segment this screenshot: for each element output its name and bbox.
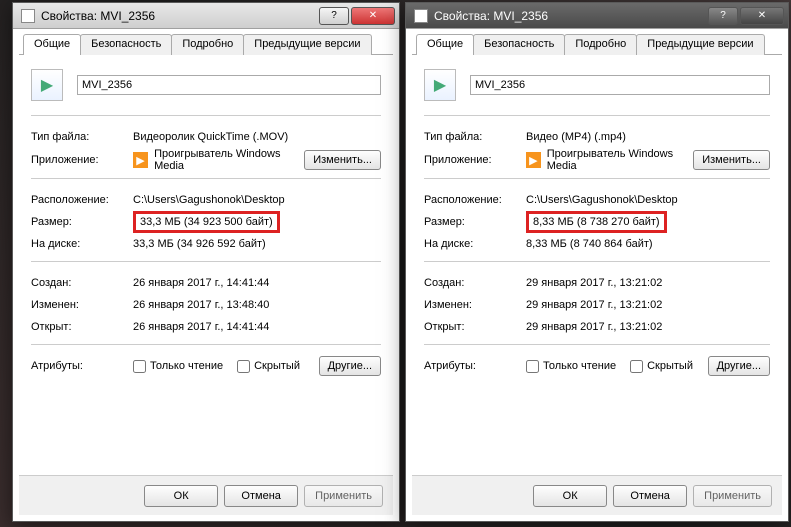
modified-label: Изменен: bbox=[31, 299, 133, 311]
modified-value: 26 января 2017 г., 13:48:40 bbox=[133, 299, 381, 311]
window-title: Свойства: MVI_2356 bbox=[434, 9, 706, 23]
created-label: Создан: bbox=[424, 277, 526, 289]
tab-details[interactable]: Подробно bbox=[171, 34, 244, 55]
separator bbox=[31, 115, 381, 116]
location-value: C:\Users\Gagushonok\Desktop bbox=[526, 194, 770, 206]
client-area: Общие Безопасность Подробно Предыдущие в… bbox=[19, 33, 393, 515]
file-type-icon: ▶ bbox=[31, 69, 63, 101]
opened-label: Открыт: bbox=[424, 321, 526, 333]
modified-value: 29 января 2017 г., 13:21:02 bbox=[526, 299, 770, 311]
filetype-value: Видеоролик QuickTime (.MOV) bbox=[133, 131, 381, 143]
client-area: Общие Безопасность Подробно Предыдущие в… bbox=[412, 33, 782, 515]
app-value: Проигрыватель Windows Media bbox=[547, 148, 694, 172]
tab-general[interactable]: Общие bbox=[416, 34, 474, 55]
titlebar[interactable]: Свойства: MVI_2356 ? ✕ bbox=[13, 3, 399, 29]
filetype-value: Видео (MP4) (.mp4) bbox=[526, 131, 770, 143]
other-attributes-button[interactable]: Другие... bbox=[708, 356, 770, 376]
tab-security[interactable]: Безопасность bbox=[473, 34, 565, 55]
apply-button[interactable]: Применить bbox=[304, 485, 383, 507]
separator bbox=[424, 261, 770, 262]
size-value-highlighted: 33,3 МБ (34 923 500 байт) bbox=[133, 211, 280, 233]
separator bbox=[424, 344, 770, 345]
window-controls: ? ✕ bbox=[706, 7, 784, 25]
attributes-label: Атрибуты: bbox=[424, 360, 526, 372]
attributes-label: Атрибуты: bbox=[31, 360, 133, 372]
separator bbox=[31, 344, 381, 345]
tab-previous-versions[interactable]: Предыдущие версии bbox=[636, 34, 764, 55]
tab-details[interactable]: Подробно bbox=[564, 34, 637, 55]
filetype-label: Тип файла: bbox=[31, 131, 133, 143]
ok-button[interactable]: ОК bbox=[144, 485, 218, 507]
file-type-icon: ▶ bbox=[424, 69, 456, 101]
app-value: Проигрыватель Windows Media bbox=[154, 148, 304, 172]
tab-content-general: ▶ Тип файла:Видеоролик QuickTime (.MOV) … bbox=[19, 55, 393, 387]
size-value-highlighted: 8,33 МБ (8 738 270 байт) bbox=[526, 211, 667, 233]
cancel-button[interactable]: Отмена bbox=[613, 485, 687, 507]
help-button[interactable]: ? bbox=[319, 7, 349, 25]
separator bbox=[424, 115, 770, 116]
change-app-button[interactable]: Изменить... bbox=[693, 150, 770, 170]
location-value: C:\Users\Gagushonok\Desktop bbox=[133, 194, 381, 206]
tab-general[interactable]: Общие bbox=[23, 34, 81, 55]
separator bbox=[424, 178, 770, 179]
location-label: Расположение: bbox=[31, 194, 133, 206]
window-icon bbox=[21, 9, 35, 23]
filename-input[interactable] bbox=[77, 75, 381, 95]
ondisk-label: На диске: bbox=[31, 238, 133, 250]
tabstrip: Общие Безопасность Подробно Предыдущие в… bbox=[412, 33, 782, 55]
readonly-checkbox[interactable]: Только чтение bbox=[133, 360, 223, 373]
tabstrip: Общие Безопасность Подробно Предыдущие в… bbox=[19, 33, 393, 55]
tab-security[interactable]: Безопасность bbox=[80, 34, 172, 55]
close-button[interactable]: ✕ bbox=[740, 7, 784, 25]
opened-value: 29 января 2017 г., 13:21:02 bbox=[526, 321, 770, 333]
separator bbox=[31, 178, 381, 179]
size-label: Размер: bbox=[31, 216, 133, 228]
window-icon bbox=[414, 9, 428, 23]
ondisk-value: 8,33 МБ (8 740 864 байт) bbox=[526, 238, 770, 250]
close-button[interactable]: ✕ bbox=[351, 7, 395, 25]
cancel-button[interactable]: Отмена bbox=[224, 485, 298, 507]
ondisk-label: На диске: bbox=[424, 238, 526, 250]
tab-content-general: ▶ Тип файла:Видео (MP4) (.mp4) Приложени… bbox=[412, 55, 782, 387]
filetype-label: Тип файла: bbox=[424, 131, 526, 143]
location-label: Расположение: bbox=[424, 194, 526, 206]
wmp-icon: ▶ bbox=[133, 152, 148, 168]
wmp-icon: ▶ bbox=[526, 152, 541, 168]
apply-button[interactable]: Применить bbox=[693, 485, 772, 507]
filename-input[interactable] bbox=[470, 75, 770, 95]
created-value: 29 января 2017 г., 13:21:02 bbox=[526, 277, 770, 289]
size-label: Размер: bbox=[424, 216, 526, 228]
ok-button[interactable]: ОК bbox=[533, 485, 607, 507]
modified-label: Изменен: bbox=[424, 299, 526, 311]
opened-label: Открыт: bbox=[31, 321, 133, 333]
titlebar[interactable]: Свойства: MVI_2356 ? ✕ bbox=[406, 3, 788, 29]
created-value: 26 января 2017 г., 14:41:44 bbox=[133, 277, 381, 289]
opened-value: 26 января 2017 г., 14:41:44 bbox=[133, 321, 381, 333]
tab-previous-versions[interactable]: Предыдущие версии bbox=[243, 34, 371, 55]
help-button[interactable]: ? bbox=[708, 7, 738, 25]
readonly-checkbox[interactable]: Только чтение bbox=[526, 360, 616, 373]
dialog-footer: ОК Отмена Применить bbox=[412, 475, 782, 515]
window-title: Свойства: MVI_2356 bbox=[41, 9, 317, 23]
dialog-footer: ОК Отмена Применить bbox=[19, 475, 393, 515]
created-label: Создан: bbox=[31, 277, 133, 289]
app-label: Приложение: bbox=[31, 154, 133, 166]
window-controls: ? ✕ bbox=[317, 7, 395, 25]
other-attributes-button[interactable]: Другие... bbox=[319, 356, 381, 376]
change-app-button[interactable]: Изменить... bbox=[304, 150, 381, 170]
hidden-checkbox[interactable]: Скрытый bbox=[630, 360, 693, 373]
properties-window-left: Свойства: MVI_2356 ? ✕ Общие Безопасност… bbox=[12, 2, 400, 522]
ondisk-value: 33,3 МБ (34 926 592 байт) bbox=[133, 238, 381, 250]
app-label: Приложение: bbox=[424, 154, 526, 166]
hidden-checkbox[interactable]: Скрытый bbox=[237, 360, 300, 373]
separator bbox=[31, 261, 381, 262]
properties-window-right: Свойства: MVI_2356 ? ✕ Общие Безопасност… bbox=[405, 2, 789, 522]
